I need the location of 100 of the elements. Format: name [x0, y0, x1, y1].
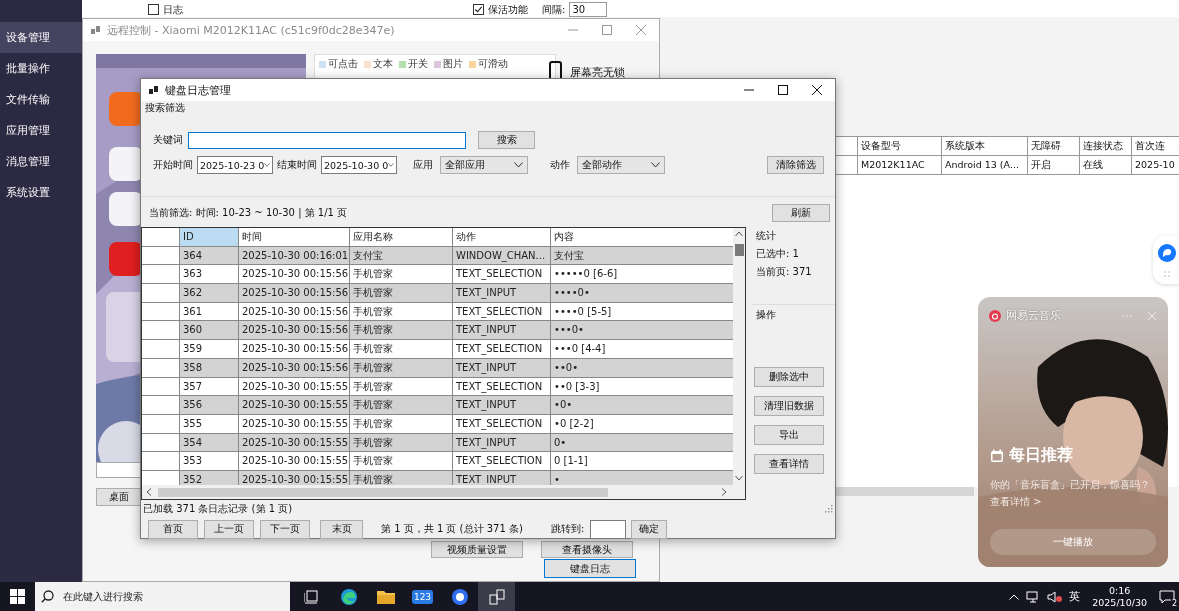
table-cell: 2025-10-30 00:15:56 — [239, 302, 350, 321]
chat-bubble-icon — [1157, 243, 1177, 263]
column-header[interactable]: ID — [180, 228, 239, 246]
table-cell: 手机管家 — [350, 265, 453, 284]
table-cell: TEXT_SELECTION — [453, 377, 551, 396]
scroll-left-icon[interactable] — [146, 488, 152, 496]
group-title: 操作 — [755, 308, 777, 322]
drag-handle-icon[interactable] — [1164, 271, 1170, 277]
page-button[interactable]: 首页 — [148, 519, 198, 539]
table-cell-text: 0 [1-1] — [553, 454, 589, 469]
table-cell: 手机管家 — [350, 377, 453, 396]
column-header[interactable]: 时间 — [239, 228, 350, 246]
remote-app-icon[interactable] — [478, 582, 515, 611]
horizontal-scrollbar[interactable] — [142, 485, 745, 499]
action-button[interactable]: 查看摄像头 — [541, 541, 633, 558]
date-picker[interactable]: 2025-10-23 0 — [197, 156, 273, 174]
table-cell: 2025-10-30 00:15:56 — [239, 265, 350, 284]
windows-start-icon[interactable] — [10, 589, 25, 604]
column-header[interactable]: 无障碍 — [1028, 137, 1080, 155]
sidebar-item[interactable]: 文件传输 — [0, 84, 82, 115]
confirm-button[interactable]: 确定 — [631, 519, 668, 539]
search-button[interactable]: 搜索 — [478, 131, 535, 149]
checkbox-label: 保活功能 — [488, 2, 528, 17]
scroll-up-icon[interactable] — [735, 231, 743, 237]
page-button[interactable]: 上一页 — [204, 519, 254, 539]
column-header[interactable]: 动作 — [453, 228, 551, 246]
stat-text: 已选中: 1 — [756, 247, 800, 261]
column-header[interactable]: 系统版本 — [942, 137, 1028, 155]
chevron-down-icon[interactable] — [264, 162, 270, 168]
clear-filter-button[interactable]: 清除筛选 — [767, 156, 824, 174]
operation-button[interactable]: 查看详情 — [754, 454, 824, 474]
current-filter: 当前筛选: 时间: 10-23 ~ 10-30 | 第 1/1 页 — [149, 206, 348, 220]
table-cell: 2025-10-30 00:15:56 — [239, 340, 350, 358]
table-cell: TEXT_SELECTION — [453, 452, 551, 470]
group-title: 统计 — [755, 229, 777, 243]
table-cell: 361 — [180, 302, 239, 321]
action-button[interactable]: 视频质量设置 — [431, 541, 523, 558]
table-cell: 2025-10-30 00:15:56 — [239, 284, 350, 302]
checkbox[interactable] — [148, 4, 159, 15]
scroll-right-icon[interactable] — [721, 488, 727, 496]
resize-grip-icon[interactable] — [825, 505, 833, 513]
caret-icon[interactable] — [1009, 593, 1020, 600]
table-cell: 2025-10-30 00:15:55 — [239, 414, 350, 433]
maximize-icon[interactable] — [778, 85, 788, 95]
sidebar-item[interactable]: 批量操作 — [0, 53, 82, 84]
chevron-down-icon[interactable] — [514, 162, 523, 168]
page-button[interactable]: 末页 — [320, 519, 363, 539]
table-cell: 363 — [180, 265, 239, 284]
floating-widget[interactable] — [1153, 236, 1179, 284]
table-cell: 2025-10-30 00:15:56 — [239, 321, 350, 340]
column-header[interactable]: 连接状态 — [1080, 137, 1132, 155]
refresh-button[interactable]: 刷新 — [772, 204, 830, 222]
operation-button[interactable]: 删除选中 — [754, 367, 824, 387]
column-header[interactable]: 应用名称 — [350, 228, 453, 246]
keyword-field[interactable] — [188, 131, 466, 149]
chevron-down-icon[interactable] — [388, 162, 394, 168]
table-cell: 手机管家 — [350, 302, 453, 321]
screen-status: 屏幕亮无锁 — [570, 64, 625, 80]
action-dropdown[interactable]: 全部动作 — [577, 156, 665, 174]
scroll-down-icon[interactable] — [735, 475, 743, 481]
table-cell: ••••0• — [551, 284, 733, 302]
action-button[interactable]: 键盘日志 — [544, 559, 636, 578]
date-picker[interactable]: 2025-10-30 0 — [321, 156, 397, 174]
vertical-scrollbar[interactable] — [733, 228, 745, 485]
table-cell: 356 — [180, 396, 239, 414]
scrollbar[interactable] — [836, 487, 974, 496]
table-cell: TEXT_SELECTION — [453, 302, 551, 321]
operation-button[interactable]: 清理旧数据 — [754, 396, 824, 416]
column-header[interactable]: 设备型号 — [858, 137, 942, 155]
chevron-down-icon[interactable] — [651, 162, 660, 168]
table-cell: TEXT_INPUT — [453, 321, 551, 340]
table-cell-text: •••••0 [6-6] — [553, 267, 619, 282]
jump-label: 跳转到: — [550, 522, 585, 536]
table-cell: TEXT_SELECTION — [453, 265, 551, 284]
checkbox[interactable] — [473, 4, 484, 15]
page-number-field[interactable] — [590, 519, 627, 539]
interval-label: 间隔: — [542, 2, 566, 17]
sidebar-item[interactable]: 消息管理 — [0, 146, 82, 177]
clock[interactable]: 0:16 2025/10/30 — [1092, 584, 1147, 609]
home-button[interactable]: 桌面 — [96, 488, 142, 506]
window-title: 键盘日志管理 — [165, 82, 231, 98]
page-button[interactable]: 下一页 — [260, 519, 310, 539]
legend-label: 可滑动 — [478, 57, 508, 71]
close-icon[interactable] — [812, 85, 822, 95]
scroll-thumb[interactable] — [734, 244, 744, 256]
speaker-muted-icon[interactable] — [1047, 590, 1063, 603]
network-icon[interactable] — [1026, 590, 1041, 603]
app-dropdown[interactable]: 全部应用 — [440, 156, 528, 174]
interval-spinner[interactable]: 30 — [569, 2, 608, 17]
column-header[interactable]: 首次连 — [1132, 137, 1179, 155]
field-label: 应用 — [413, 158, 433, 172]
sidebar-item[interactable]: 系统设置 — [0, 177, 82, 208]
table-cell: •0• — [551, 396, 733, 414]
operation-button[interactable]: 导出 — [754, 425, 824, 445]
table-cell-text: 2025-10 — [1134, 158, 1176, 172]
input-method-indicator[interactable]: 英 — [1069, 589, 1081, 604]
sidebar-item[interactable]: 应用管理 — [0, 115, 82, 146]
sidebar-item[interactable]: 设备管理 — [0, 22, 82, 53]
notification-message: 你的「音乐盲盒」已开启，惊喜吗？ — [990, 478, 1151, 492]
taskbar-search-field[interactable]: 在此键入进行搜索 — [35, 582, 290, 611]
